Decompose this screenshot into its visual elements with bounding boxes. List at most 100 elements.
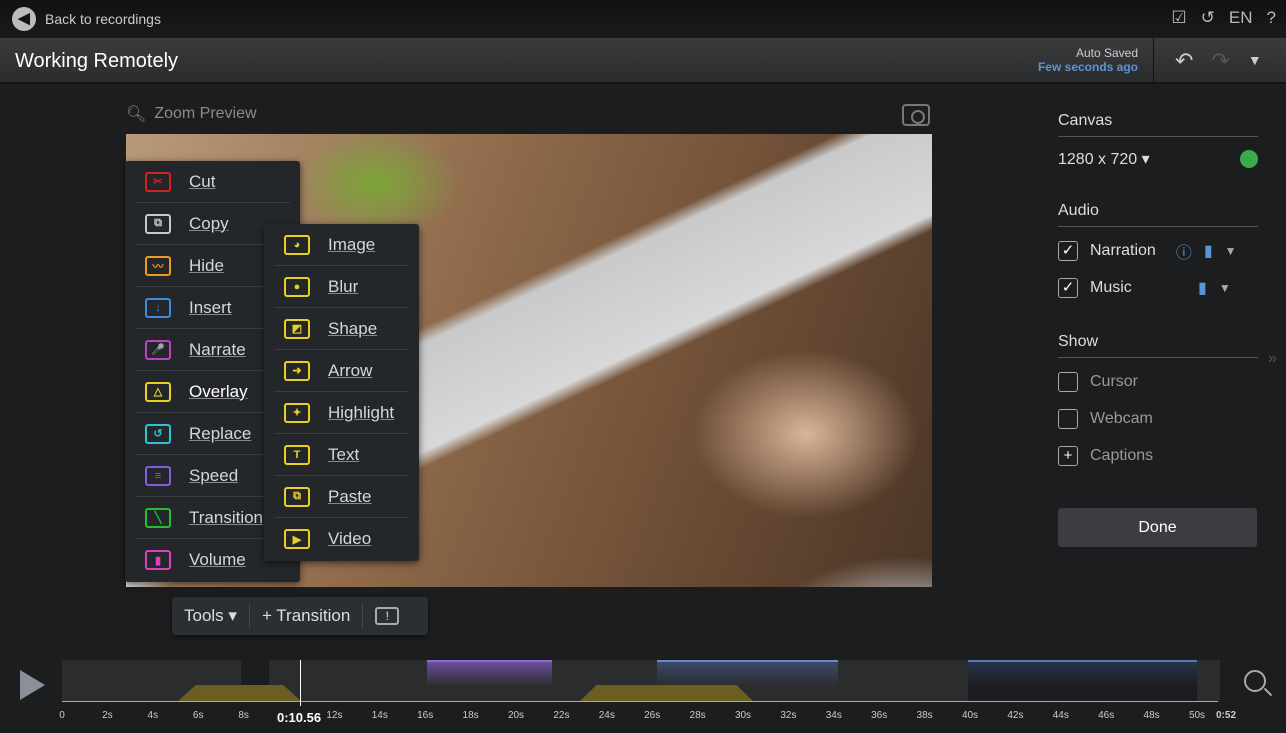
help-icon[interactable]: ? <box>1267 8 1276 28</box>
search-icon: 🔍︎ <box>126 106 147 123</box>
scissors-icon: ✂ <box>145 171 171 192</box>
checklist-icon[interactable]: ☑ <box>1171 8 1186 28</box>
language-button[interactable]: EN <box>1229 8 1253 28</box>
show-heading: Show <box>1058 333 1258 358</box>
saved-time: Few seconds ago <box>1037 60 1138 74</box>
zoom-preview-label: Zoom Preview <box>154 105 257 122</box>
overlay-submenu: ◕ Image ● Blur ◩ Shape ➜ Arrow ✦ Highlight T Text ⧉ P… <box>264 224 419 561</box>
done-button[interactable]: Done <box>1058 508 1257 547</box>
menu-item-label: Shape <box>328 318 378 338</box>
overlay-menu-item-paste[interactable]: ⧉ Paste <box>274 476 409 518</box>
end-time: 0:52 <box>1215 710 1237 721</box>
tick-label: 40s <box>961 710 979 721</box>
arrow-icon: ➜ <box>284 360 310 381</box>
tick-label: 46s <box>1098 710 1115 721</box>
tick-label: 50s <box>1188 710 1206 721</box>
playhead[interactable] <box>300 660 301 706</box>
tick-label: 24s <box>598 710 615 721</box>
tick-label: 16s <box>417 710 434 721</box>
warning-icon[interactable]: ! <box>375 607 400 625</box>
tick-label: 4s <box>147 710 159 721</box>
overlay-menu-item-arrow[interactable]: ➜ Arrow <box>274 350 409 392</box>
expand-panel-icon[interactable]: » <box>1268 350 1277 368</box>
replace-icon: ↺ <box>145 423 171 444</box>
tick-label: 0 <box>59 710 65 721</box>
copy-icon: ⧉ <box>145 213 171 234</box>
overlay-menu-item-text[interactable]: T Text <box>274 434 409 476</box>
back-arrow-icon: ◀ <box>12 7 36 31</box>
narration-label: Narration <box>1090 242 1156 259</box>
auto-saved-label: Auto Saved <box>1075 46 1138 60</box>
history-icon[interactable]: ↺ <box>1201 8 1215 28</box>
tick-label: 34s <box>825 710 842 721</box>
canvas-heading: Canvas <box>1058 112 1258 137</box>
chevron-down-icon[interactable]: ▼ <box>1225 244 1237 258</box>
redo-icon[interactable]: ↷ <box>1211 48 1229 74</box>
project-title[interactable]: Working Remotely <box>15 50 178 73</box>
menu-item-label: Overlay <box>189 381 248 401</box>
menu-item-label: Blur <box>328 276 359 296</box>
image-icon: ◕ <box>284 234 310 255</box>
overlay-region[interactable] <box>579 685 754 702</box>
narration-checkbox[interactable]: ✓ <box>1058 241 1078 261</box>
cursor-checkbox[interactable] <box>1058 372 1078 392</box>
tick-label: 2s <box>102 710 113 721</box>
paste-icon: ⧉ <box>284 486 310 507</box>
blur-icon: ● <box>284 276 310 297</box>
back-label: Back to recordings <box>45 11 161 27</box>
overlay-menu-item-image[interactable]: ◕ Image <box>274 224 409 266</box>
overlay-menu-item-blur[interactable]: ● Blur <box>274 266 409 308</box>
current-time: 0:10.56 <box>277 710 322 725</box>
clip-dark-blue[interactable] <box>968 660 1197 702</box>
divider <box>1153 38 1154 84</box>
levels-icon[interactable]: ▮ <box>1198 278 1207 298</box>
tick-label: 6s <box>192 710 204 721</box>
menu-item-label: Text <box>328 444 360 464</box>
menu-item-label: Insert <box>189 297 232 317</box>
canvas-size-dropdown[interactable]: 1280 x 720 ▾ <box>1058 149 1150 169</box>
zoom-preview-button[interactable]: 🔍︎ Zoom Preview <box>126 104 257 124</box>
menu-item-label: Copy <box>189 213 229 233</box>
overlay-menu-item-video[interactable]: ▶ Video <box>274 518 409 560</box>
more-dropdown-icon[interactable]: ▼ <box>1248 52 1262 74</box>
tick-label: 8s <box>238 710 249 721</box>
timeline-track[interactable] <box>62 660 1220 702</box>
tick-label: 48s <box>1143 710 1160 721</box>
webcam-checkbox[interactable] <box>1058 409 1078 429</box>
clip-purple[interactable] <box>427 660 552 702</box>
add-transition-button[interactable]: + Transition <box>250 603 364 629</box>
timeline-zoom-icon[interactable] <box>1244 670 1266 692</box>
overlay-menu-item-highlight[interactable]: ✦ Highlight <box>274 392 409 434</box>
tick-label: 36s <box>871 710 888 721</box>
menu-item-label: Hide <box>189 255 224 275</box>
overlay-region[interactable] <box>177 685 302 702</box>
music-checkbox[interactable]: ✓ <box>1058 278 1078 298</box>
menu-item-label: Arrow <box>328 360 373 380</box>
info-icon[interactable]: ⓘ <box>1176 239 1192 263</box>
menu-item-label: Image <box>328 234 376 254</box>
menu-item-label: Transition <box>189 507 264 527</box>
overlay-menu-item-shape[interactable]: ◩ Shape <box>274 308 409 350</box>
tools-menu-item-cut[interactable]: ✂ Cut <box>135 161 290 203</box>
tools-dropdown[interactable]: Tools ▾ <box>172 603 250 629</box>
camera-icon[interactable] <box>902 104 930 126</box>
tick-label: 18s <box>462 710 479 721</box>
music-label: Music <box>1090 279 1132 296</box>
menu-item-label: Narrate <box>189 339 246 359</box>
tick-label: 12s <box>326 710 343 721</box>
top-bar: ◀ Back to recordings ☑ ↺ EN ? <box>0 0 1286 38</box>
play-icon[interactable] <box>20 670 45 700</box>
shape-icon: ◩ <box>284 318 310 339</box>
overlay-icon: △ <box>145 381 171 402</box>
add-captions-icon[interactable]: + <box>1058 446 1078 466</box>
back-to-recordings-link[interactable]: ◀ Back to recordings <box>12 7 161 31</box>
menu-item-label: Volume <box>189 550 246 569</box>
webcam-label: Webcam <box>1090 410 1153 427</box>
video-icon: ▶ <box>284 529 310 549</box>
levels-icon[interactable]: ▮ <box>1204 241 1213 261</box>
undo-icon[interactable]: ↶ <box>1175 48 1193 74</box>
tick-label: 20s <box>507 710 525 721</box>
chevron-down-icon[interactable]: ▼ <box>1219 281 1231 295</box>
time-axis <box>62 701 1218 702</box>
canvas-color-swatch[interactable] <box>1240 150 1258 168</box>
